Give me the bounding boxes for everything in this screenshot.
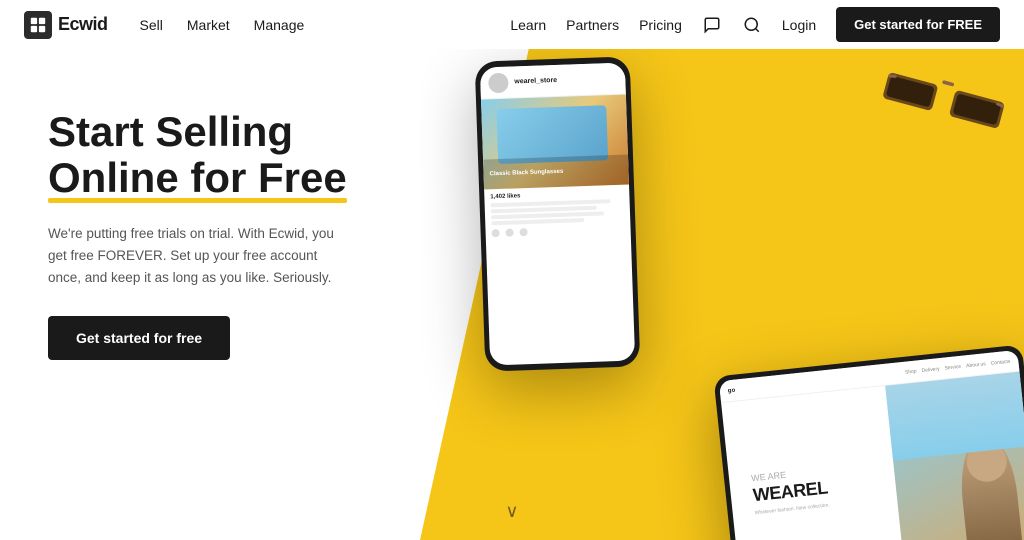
logo[interactable]: Ecwid: [24, 11, 108, 39]
navbar: Ecwid Sell Market Manage Learn Partners …: [0, 0, 1024, 49]
phone-action-share: [519, 228, 527, 236]
tablet-logo: go: [728, 387, 736, 394]
logo-icon: [24, 11, 52, 39]
tablet-nav-about: About us: [966, 361, 986, 369]
phone-product-label: Classic Black Sunglasses: [489, 169, 563, 178]
phone-actions: [491, 225, 624, 238]
phone-action-comment: [505, 229, 513, 237]
nav-sell[interactable]: Sell: [140, 17, 163, 33]
hero-description: We're putting free trials on trial. With…: [48, 223, 348, 288]
nav-manage[interactable]: Manage: [254, 17, 305, 33]
nav-learn[interactable]: Learn: [510, 17, 546, 33]
tablet-mockup: go Shop Delivery Service About us Contac…: [713, 344, 1024, 540]
phone-topbar: wearel_store: [480, 63, 626, 100]
tablet-hero-text: WE ARE WEAREL Whatever fashion. New coll…: [721, 386, 905, 540]
nav-right-links: Learn Partners Pricing Login Get started…: [510, 7, 1000, 42]
logo-text: Ecwid: [58, 14, 108, 35]
tablet-nav-service: Service: [944, 363, 961, 371]
search-icon[interactable]: [742, 15, 762, 35]
hero-section: Start Selling Online for Free We're putt…: [0, 49, 1024, 540]
get-started-nav-button[interactable]: Get started for FREE: [836, 7, 1000, 42]
hero-visual: wearel_store Classic Black Sunglasses 1,…: [420, 49, 1024, 540]
phone-action-like: [491, 229, 499, 237]
tablet-nav-shop: Shop: [905, 368, 917, 375]
tablet-nav-delivery: Delivery: [921, 366, 940, 374]
scroll-indicator: ∨: [505, 501, 518, 522]
nav-pricing[interactable]: Pricing: [639, 17, 682, 33]
phone-product-image: Classic Black Sunglasses: [481, 95, 629, 190]
tablet-nav-links: Shop Delivery Service About us Contacts: [905, 358, 1011, 375]
nav-partners[interactable]: Partners: [566, 17, 619, 33]
tablet-screen: go Shop Delivery Service About us Contac…: [719, 350, 1024, 540]
nav-market[interactable]: Market: [187, 17, 230, 33]
phone-avatar: [488, 72, 509, 93]
phone-content: 1,402 likes: [484, 184, 631, 242]
headline-underline: [48, 198, 347, 203]
hero-headline-line2: Online for Free: [48, 155, 347, 201]
tablet-nav-contacts: Contacts: [990, 358, 1010, 366]
hero-cta-button[interactable]: Get started for free: [48, 316, 230, 360]
nav-left-links: Sell Market Manage: [140, 17, 305, 33]
scroll-chevron-icon: ∨: [505, 501, 518, 522]
hero-headline-line1: Start Selling: [48, 108, 293, 155]
login-button[interactable]: Login: [782, 17, 816, 33]
phone-text-4: [491, 218, 584, 225]
tablet-hero-image: [885, 372, 1024, 540]
phone-mockup: wearel_store Classic Black Sunglasses 1,…: [475, 56, 641, 371]
hero-headline: Start Selling Online for Free: [48, 109, 380, 201]
phone-username: wearel_store: [514, 77, 557, 85]
chat-icon[interactable]: [702, 15, 722, 35]
phone-screen: wearel_store Classic Black Sunglasses 1,…: [480, 63, 635, 366]
hero-content: Start Selling Online for Free We're putt…: [0, 49, 420, 540]
